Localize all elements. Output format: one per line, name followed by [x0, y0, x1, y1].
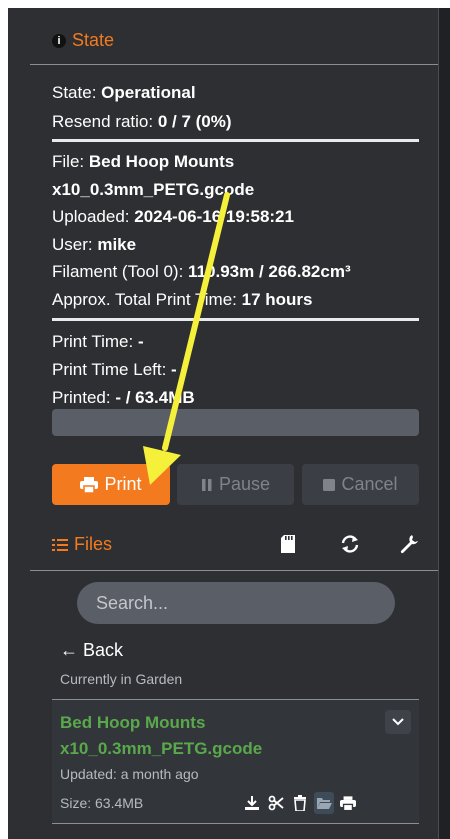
file-name[interactable]: Bed Hoop Mounts x10_0.3mm_PETG.gcode [60, 710, 350, 762]
file-updated: Updated: a month ago [60, 766, 199, 782]
chevron-down-icon [392, 718, 404, 726]
cut-icon[interactable] [266, 792, 286, 814]
right-edge-bar [438, 8, 450, 839]
download-icon[interactable] [242, 792, 262, 814]
list-icon [52, 538, 68, 551]
divider [52, 823, 419, 824]
uploaded-line: Uploaded: 2024-06-16 19:58:21 [52, 207, 294, 226]
resend-ratio-line: Resend ratio: 0 / 7 (0%) [52, 112, 232, 131]
trash-icon[interactable] [290, 792, 310, 814]
wrench-icon[interactable] [398, 533, 420, 555]
file-list-item[interactable]: Bed Hoop Mounts x10_0.3mm_PETG.gcode Upd… [52, 699, 419, 824]
folder-open-icon[interactable] [314, 792, 334, 814]
state-header[interactable]: i State [52, 30, 114, 51]
user-line: User: mike [52, 235, 137, 254]
files-title: Files [74, 534, 113, 554]
print-time-line: Print Time: - [52, 332, 144, 351]
pause-icon [201, 478, 212, 491]
screen: i State State: Operational Resend ratio:… [0, 0, 450, 839]
sd-card-icon[interactable] [277, 533, 299, 555]
divider [30, 64, 438, 65]
filament-line: Filament (Tool 0): 110.93m / 266.82cm³ [52, 262, 351, 281]
file-actions [242, 792, 358, 814]
cancel-button[interactable]: Cancel [302, 464, 419, 505]
print-button[interactable]: Print [52, 464, 170, 505]
back-link[interactable]: ← Back [60, 640, 123, 661]
divider [30, 570, 438, 571]
files-header[interactable]: Files [52, 534, 112, 555]
divider [52, 318, 419, 321]
current-folder-label: Currently in Garden [60, 671, 183, 687]
file-line-cont: x10_0.3mm_PETG.gcode [52, 180, 255, 199]
printer-icon [80, 476, 99, 493]
printed-line: Printed: - / 63.4MB [52, 388, 195, 407]
state-line: State: Operational [52, 83, 196, 102]
printer-icon[interactable] [338, 792, 358, 814]
search-input[interactable] [77, 582, 395, 624]
expand-toggle[interactable] [385, 710, 411, 734]
state-title: State [72, 30, 115, 50]
file-size: Size: 63.4MB [60, 795, 144, 811]
pause-button[interactable]: Pause [177, 464, 294, 505]
approx-print-time-line: Approx. Total Print Time: 17 hours [52, 290, 313, 309]
divider [52, 139, 419, 142]
info-icon: i [52, 33, 66, 48]
refresh-icon[interactable] [339, 533, 361, 555]
print-time-left-line: Print Time Left: - [52, 360, 177, 379]
stop-icon [323, 478, 336, 491]
file-line: File: Bed Hoop Mounts [52, 152, 235, 171]
print-progress-bar [52, 409, 419, 436]
